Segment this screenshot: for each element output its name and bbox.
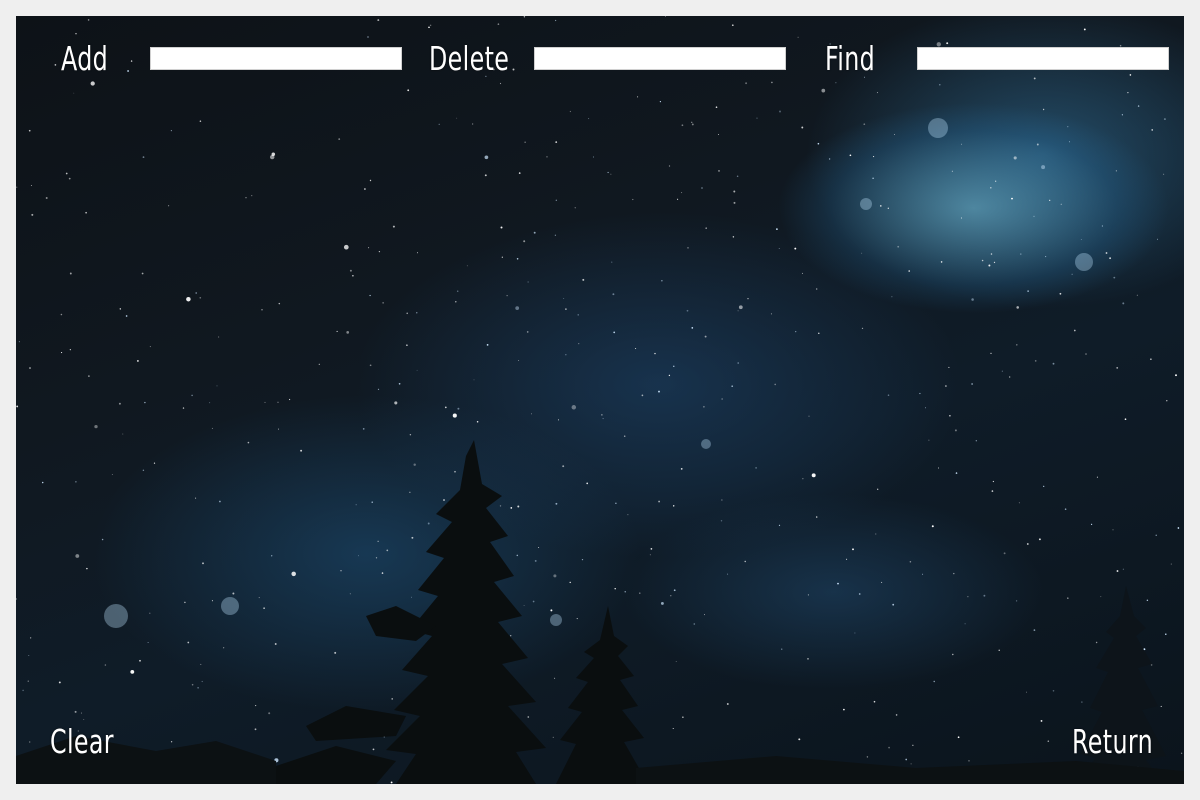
return-button[interactable]: Return [1072, 725, 1153, 758]
delete-input[interactable] [534, 47, 786, 70]
add-label: Add [61, 39, 109, 78]
delete-label: Delete [429, 39, 510, 78]
pine-tree-silhouettes [16, 440, 1184, 784]
add-input[interactable] [150, 47, 402, 70]
main-window: Add Delete Find Clear Return [16, 16, 1184, 784]
clear-button[interactable]: Clear [50, 725, 114, 758]
find-input[interactable] [917, 47, 1169, 70]
find-label: Find [825, 39, 876, 78]
